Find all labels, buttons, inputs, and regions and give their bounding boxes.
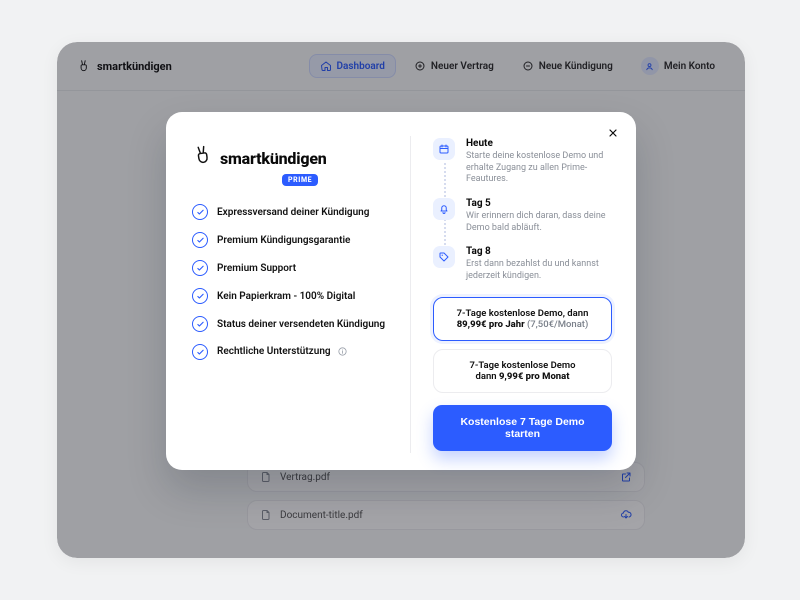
nav-dashboard-label: Dashboard (337, 61, 385, 72)
plus-circle-icon (414, 60, 426, 72)
topbar: smartkündigen Dashboard Neuer Vertrag Ne… (57, 42, 745, 91)
plan-subprice: (7,50€/Monat) (525, 319, 589, 330)
check-icon (192, 344, 208, 360)
plan-line1: 7-Tage kostenlose Demo, dann (446, 308, 599, 319)
avatar (641, 57, 659, 75)
feature-label-text: Rechtliche Unterstützung (217, 347, 331, 358)
modal-right: Heute Starte deine kostenlose Demo und e… (411, 138, 612, 451)
feature-label: Premium Support (217, 263, 296, 274)
feature-label: Premium Kündigungsgarantie (217, 235, 350, 246)
check-icon (192, 204, 208, 220)
check-icon (192, 260, 208, 276)
minus-circle-icon (522, 60, 534, 72)
info-icon[interactable] (337, 346, 348, 357)
file-icon (260, 471, 272, 483)
step-title: Tag 5 (466, 198, 612, 209)
step-desc: Wir erinnern dich daran, dass deine Demo… (466, 211, 612, 234)
plan-monthly[interactable]: 7-Tage kostenlose Demo dann 9,99€ pro Mo… (433, 349, 612, 393)
plan-price: 9,99€ pro Monat (499, 371, 570, 382)
timeline-step-day8: Tag 8 Erst dann bezahlst du und kannst j… (433, 246, 612, 282)
prime-upsell-modal: smartkündigen PRIME Expressversand deine… (166, 112, 636, 470)
step-title: Tag 8 (466, 246, 612, 257)
nav-new-contract[interactable]: Neuer Vertrag (404, 55, 504, 77)
timeline-step-today: Heute Starte deine kostenlose Demo und e… (433, 138, 612, 186)
prime-badge: PRIME (282, 174, 318, 186)
download-cloud-icon[interactable] (620, 509, 632, 521)
feature-item: Status deiner versendeten Kündigung (192, 316, 404, 332)
home-icon (320, 60, 332, 72)
peace-hand-icon (77, 59, 91, 73)
calendar-icon (433, 138, 455, 160)
nav-new-contract-label: Neuer Vertrag (431, 61, 494, 72)
feature-item: Premium Support (192, 260, 404, 276)
step-desc: Starte deine kostenlose Demo und erhalte… (466, 151, 612, 186)
check-icon (192, 232, 208, 248)
modal-brand: smartkündigen (192, 146, 327, 168)
nav-new-cancellation[interactable]: Neue Kündigung (512, 55, 623, 77)
nav-account-label: Mein Konto (664, 61, 715, 72)
start-demo-button[interactable]: Kostenlose 7 Tage Demo starten (433, 405, 612, 451)
feature-item: Rechtliche Unterstützung (192, 344, 404, 360)
plan-line2: 89,99€ pro Jahr (7,50€/Monat) (446, 319, 599, 330)
file-row[interactable]: Document-title.pdf (247, 500, 645, 530)
file-list: Vertrag.pdf Document-title.pdf (247, 462, 645, 530)
plan-price: 89,99€ pro Jahr (457, 319, 525, 330)
user-icon (644, 61, 655, 72)
peace-hand-icon (191, 143, 216, 168)
tag-icon (433, 246, 455, 268)
step-title: Heute (466, 138, 612, 149)
modal-left: smartkündigen PRIME Expressversand deine… (192, 138, 410, 451)
external-link-icon[interactable] (620, 471, 632, 483)
timeline: Heute Starte deine kostenlose Demo und e… (433, 138, 612, 283)
nav-dashboard[interactable]: Dashboard (309, 54, 396, 78)
plan-prefix: dann (476, 371, 499, 382)
feature-item: Premium Kündigungsgarantie (192, 232, 404, 248)
check-icon (192, 288, 208, 304)
plan-line1: 7-Tage kostenlose Demo (446, 360, 599, 371)
feature-label: Expressversand deiner Kündigung (217, 207, 369, 218)
plan-line2: dann 9,99€ pro Monat (446, 371, 599, 382)
pricing-plans: 7-Tage kostenlose Demo, dann 89,99€ pro … (433, 297, 612, 393)
feature-label: Status deiner versendeten Kündigung (217, 319, 385, 330)
feature-list: Expressversand deiner Kündigung Premium … (192, 204, 404, 360)
feature-label: Kein Papierkram - 100% Digital (217, 291, 355, 302)
nav-account[interactable]: Mein Konto (631, 52, 725, 80)
feature-item: Kein Papierkram - 100% Digital (192, 288, 404, 304)
timeline-step-day5: Tag 5 Wir erinnern dich daran, dass dein… (433, 198, 612, 234)
feature-item: Expressversand deiner Kündigung (192, 204, 404, 220)
nav: Dashboard Neuer Vertrag Neue Kündigung M… (309, 52, 726, 80)
file-name: Document-title.pdf (280, 510, 363, 521)
bell-icon (433, 198, 455, 220)
step-desc: Erst dann bezahlst du und kannst jederze… (466, 259, 612, 282)
nav-new-cancellation-label: Neue Kündigung (539, 61, 613, 72)
check-icon (192, 316, 208, 332)
feature-label: Rechtliche Unterstützung (217, 346, 348, 357)
plan-yearly[interactable]: 7-Tage kostenlose Demo, dann 89,99€ pro … (433, 297, 612, 341)
brand: smartkündigen (77, 59, 172, 73)
file-name: Vertrag.pdf (280, 472, 330, 483)
brand-name: smartkündigen (97, 60, 172, 73)
file-icon (260, 509, 272, 521)
modal-brand-name: smartkündigen (220, 149, 327, 168)
